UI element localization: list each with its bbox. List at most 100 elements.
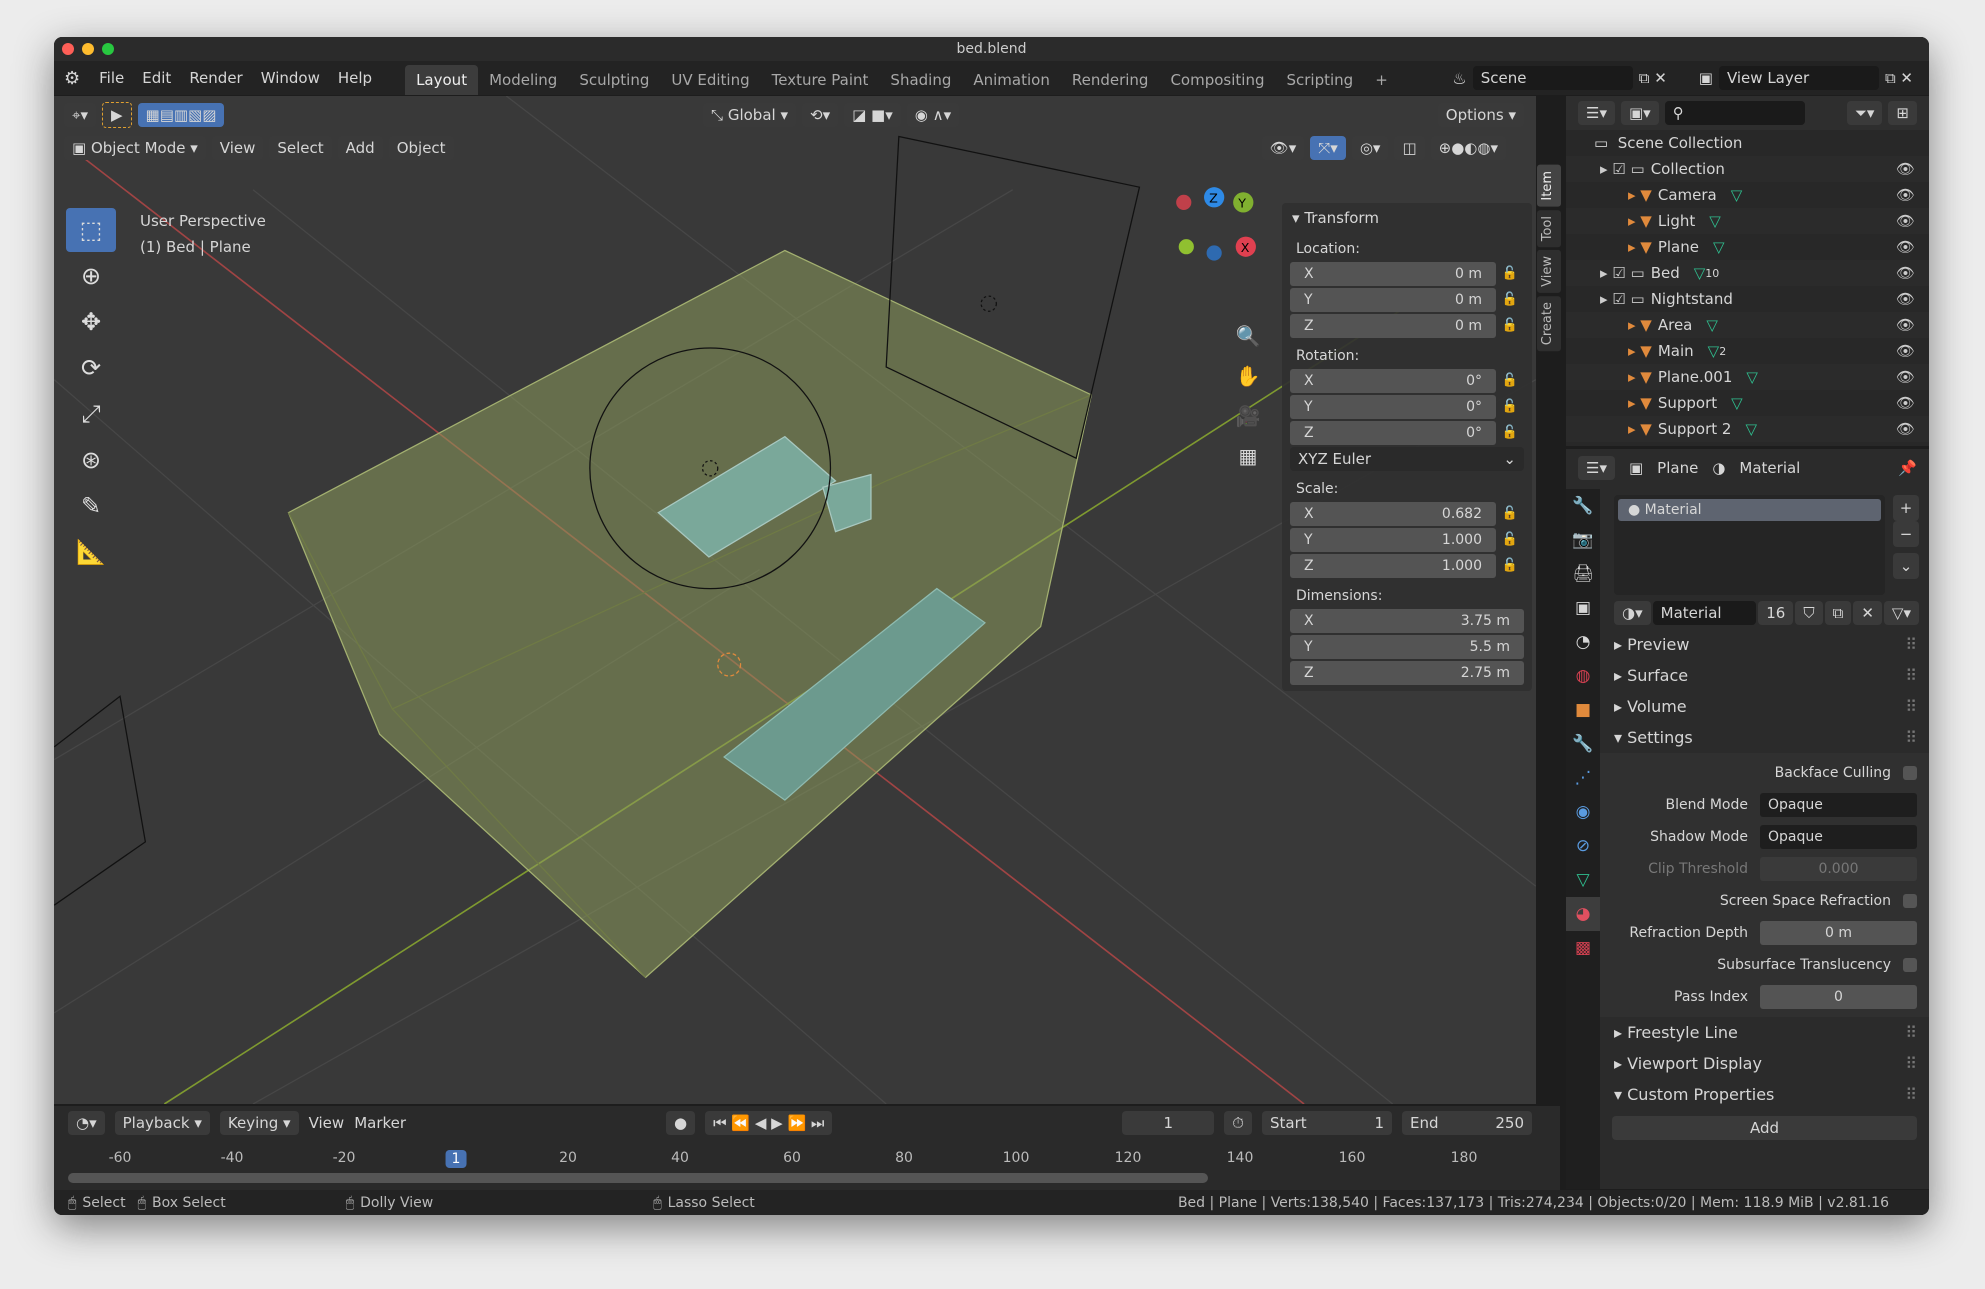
new-collection-icon[interactable]: ⊞ <box>1888 101 1917 125</box>
ssr-checkbox[interactable] <box>1903 894 1917 908</box>
close-button[interactable] <box>62 43 74 55</box>
eye-icon[interactable]: 👁 <box>1896 342 1915 360</box>
cursor-icon[interactable]: ⊕ <box>66 254 116 298</box>
outliner-item[interactable]: ▸ ▼ Main ▽ 2 👁 <box>1566 338 1929 364</box>
timeline-scrollbar[interactable] <box>68 1173 1208 1183</box>
minimize-button[interactable] <box>82 43 94 55</box>
tab-item[interactable]: Item <box>1537 165 1561 207</box>
tab-layout[interactable]: Layout <box>405 65 479 95</box>
object-data-icon[interactable]: ▽ <box>1731 394 1743 412</box>
menu-edit[interactable]: Edit <box>133 69 180 87</box>
material-users-count[interactable]: 16 <box>1758 601 1794 625</box>
transform-icon[interactable]: ⊛ <box>66 438 116 482</box>
view-layer-icon[interactable]: ▣ <box>1699 69 1713 87</box>
view-layer-tab-icon[interactable]: ▣ <box>1566 591 1600 625</box>
filter-icon[interactable]: ⏷▾ <box>1846 101 1883 125</box>
blender-logo-icon[interactable]: ⚙ <box>54 68 90 89</box>
output-tab-icon[interactable]: 🖨 <box>1566 557 1600 591</box>
object-data-icon[interactable]: ▽ <box>1694 264 1706 282</box>
editor-type-icon[interactable]: ☰▾ <box>1578 456 1615 480</box>
lock-icon[interactable]: 🔓 <box>1496 399 1524 414</box>
eye-icon[interactable]: 👁 <box>1896 394 1915 412</box>
rotation-y-field[interactable]: Y 0° <box>1290 394 1496 419</box>
playback-controls[interactable]: ⏮ ⏪ ◀ ▶ ⏩ ⏭ <box>705 1111 833 1135</box>
lock-icon[interactable]: 🔓 <box>1496 266 1524 281</box>
maximize-button[interactable] <box>102 43 114 55</box>
ortho-grid-icon[interactable]: ▦ <box>1230 436 1266 476</box>
options-button[interactable]: Options ▾ <box>1437 103 1524 127</box>
timeline-view-menu[interactable]: View <box>309 1114 345 1132</box>
outliner-item[interactable]: ▸ ☑ ▭ Nightstand 👁 <box>1566 286 1929 312</box>
tab-uv-editing[interactable]: UV Editing <box>660 65 760 95</box>
eye-icon[interactable]: 👁 <box>1896 238 1915 256</box>
object-tab-icon[interactable]: ■ <box>1566 693 1600 727</box>
scale-y-field[interactable]: Y 1.000 <box>1290 527 1496 552</box>
lock-icon[interactable]: 🔓 <box>1496 425 1524 440</box>
pivot-icon[interactable]: ⟲▾ <box>802 103 839 127</box>
record-icon[interactable]: ● <box>666 1111 696 1135</box>
marker-menu[interactable]: Marker <box>354 1114 406 1132</box>
backface-culling-row[interactable]: Backface Culling <box>1600 757 1929 789</box>
tab-view[interactable]: View <box>1537 249 1561 293</box>
menu-file[interactable]: File <box>90 69 133 87</box>
object-data-icon[interactable]: ▽ <box>1731 186 1743 204</box>
gizmo-x-label[interactable]: X <box>1241 240 1250 255</box>
scene-collection-row[interactable]: ▭ Scene Collection <box>1566 130 1929 156</box>
playback-menu[interactable]: Playback ▾ <box>114 1111 210 1135</box>
remove-slot-button[interactable]: − <box>1893 521 1919 547</box>
material-name-field[interactable]: Material <box>1652 601 1757 625</box>
object-data-icon[interactable]: ▽ <box>1706 316 1718 334</box>
proportional-edit-icon[interactable]: ◉ ∧▾ <box>906 103 960 127</box>
duplicate-material-icon[interactable]: ⧉ <box>1824 601 1852 625</box>
new-scene-icon[interactable]: ⧉ ✕ <box>1639 69 1693 87</box>
menu-object[interactable]: Object <box>388 136 454 160</box>
transform-header[interactable]: ▾ Transform <box>1290 207 1524 231</box>
eye-icon[interactable]: 👁 <box>1896 264 1915 282</box>
tab-shading[interactable]: Shading <box>879 65 962 95</box>
menu-select[interactable]: Select <box>269 136 332 160</box>
tab-sculpting[interactable]: Sculpting <box>568 65 660 95</box>
snap-icon[interactable]: ◪ ■▾ <box>844 103 901 127</box>
render-tab-icon[interactable]: 📷 <box>1566 523 1600 557</box>
select-tool-icon[interactable]: ▶ <box>101 102 132 128</box>
lock-icon[interactable]: 🔓 <box>1496 506 1524 521</box>
select-box-icon[interactable]: ⬚ <box>66 208 116 252</box>
shading-modes-icon[interactable]: ⊕●◐◍▾ <box>1430 136 1506 160</box>
drag-handle-icon[interactable]: ⠿ <box>1905 635 1917 654</box>
object-data-icon[interactable]: ▽ <box>1746 368 1758 386</box>
panel-freestyle-line[interactable]: ▸ Freestyle Line ⠿ <box>1600 1017 1929 1048</box>
current-frame-field[interactable]: 1 <box>1122 1111 1215 1135</box>
dimensions-y-field[interactable]: Y 5.5 m <box>1290 634 1524 659</box>
add-workspace-icon[interactable]: + <box>1364 65 1399 95</box>
keying-menu[interactable]: Keying ▾ <box>219 1111 299 1135</box>
panel-surface[interactable]: ▸ Surface ⠿ <box>1600 660 1929 691</box>
lock-icon[interactable]: 🔓 <box>1496 558 1524 573</box>
outliner-item[interactable]: ▸ ▼ Light ▽ 👁 <box>1566 208 1929 234</box>
display-mode-icon[interactable]: ☰▾ <box>1578 101 1615 125</box>
shadow-mode-select[interactable]: Opaque <box>1760 825 1917 849</box>
add-property-button[interactable]: Add <box>1612 1116 1917 1140</box>
tab-compositing[interactable]: Compositing <box>1159 65 1275 95</box>
dimensions-x-field[interactable]: X 3.75 m <box>1290 608 1524 633</box>
outliner-item[interactable]: ▸ ▼ Support ▽ 👁 <box>1566 390 1929 416</box>
eye-icon[interactable]: 👁 <box>1896 368 1915 386</box>
scene-selector[interactable]: Scene <box>1472 66 1633 90</box>
eye-icon[interactable]: 👁 <box>1896 186 1915 204</box>
outliner-item[interactable]: ▸ ▼ Plane ▽ 👁 <box>1566 234 1929 260</box>
measure-icon[interactable]: 📐 <box>66 530 116 574</box>
outliner-item[interactable]: ▸ ▼ Area ▽ 👁 <box>1566 312 1929 338</box>
drag-handle-icon[interactable]: ⠿ <box>1905 1023 1917 1042</box>
current-frame-marker[interactable]: 1 <box>445 1150 467 1168</box>
fake-user-icon[interactable]: ⛉ <box>1795 601 1823 625</box>
tool-tab-icon[interactable]: 🔧 <box>1566 489 1600 523</box>
tab-texture-paint[interactable]: Texture Paint <box>761 65 880 95</box>
texture-tab-icon[interactable]: ▩ <box>1566 931 1600 965</box>
transform-tool-icon[interactable]: ⌖▾ <box>64 103 96 127</box>
menu-help[interactable]: Help <box>329 69 381 87</box>
panel-volume[interactable]: ▸ Volume ⠿ <box>1600 691 1929 722</box>
menu-view[interactable]: View <box>211 136 264 160</box>
selection-mode-icons[interactable]: ▦▤▥▧▨ <box>137 103 225 127</box>
start-frame-field[interactable]: Start 1 <box>1262 1111 1392 1135</box>
particles-tab-icon[interactable]: ⋰ <box>1566 761 1600 795</box>
outliner-search[interactable]: ⚲ <box>1664 101 1805 125</box>
